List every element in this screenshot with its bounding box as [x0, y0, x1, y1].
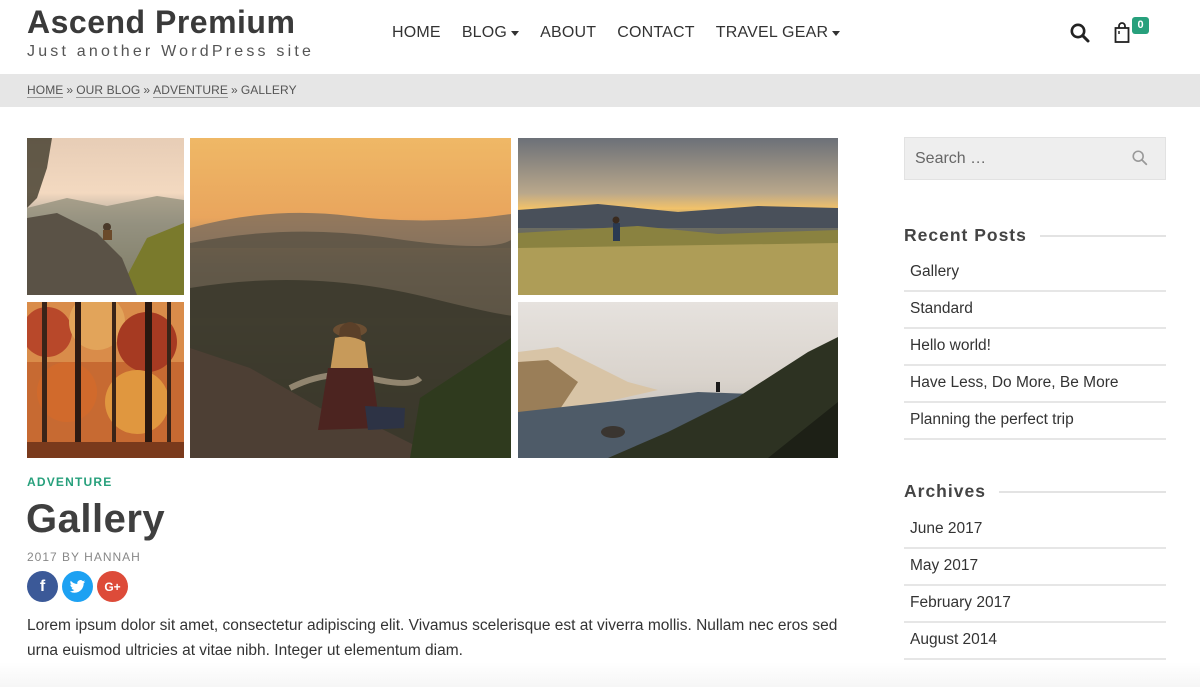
gallery-image-woman-overlooking-valley[interactable]	[190, 138, 511, 458]
breadcrumb-link-blog[interactable]: OUR BLOG	[76, 83, 141, 98]
gallery-image-hiker-on-cliff[interactable]	[27, 138, 184, 295]
google-plus-icon: G+	[104, 579, 121, 594]
sidebar-search	[904, 137, 1166, 180]
breadcrumb-link-home[interactable]: HOME	[27, 83, 64, 98]
archive-link[interactable]: February 2017	[904, 586, 1166, 623]
search-icon	[1070, 23, 1090, 43]
caret-down-icon	[832, 31, 841, 36]
twitter-share-button[interactable]	[62, 571, 93, 602]
gallery-image-hiker-in-meadow[interactable]	[518, 138, 838, 295]
archive-link[interactable]: August 2014	[904, 623, 1166, 660]
shopping-bag-icon	[1114, 22, 1130, 43]
nav-item-contact[interactable]: CONTACT	[617, 24, 695, 42]
archives-title: Archives	[904, 481, 1166, 502]
breadcrumb-current: GALLERY	[240, 83, 297, 97]
gallery-image-autumn-forest[interactable]	[27, 302, 184, 458]
recent-post-link[interactable]: Hello world!	[904, 329, 1166, 366]
breadcrumb-separator: »	[143, 83, 151, 97]
cart-button[interactable]: 0	[1113, 17, 1153, 45]
recent-post-link[interactable]: Have Less, Do More, Be More	[904, 366, 1166, 403]
woman-overlooking-valley-photo	[190, 138, 511, 458]
hiker-on-cliff-photo	[27, 138, 184, 295]
breadcrumb: HOME» OUR BLOG» ADVENTURE» GALLERY	[27, 83, 297, 98]
recent-posts-title: Recent Posts	[904, 225, 1166, 246]
recent-post-link[interactable]: Planning the perfect trip	[904, 403, 1166, 440]
recent-post-link[interactable]: Standard	[904, 292, 1166, 329]
widget-title-rule	[998, 490, 1166, 493]
breadcrumb-separator: »	[66, 83, 74, 97]
google-plus-share-button[interactable]: G+	[97, 571, 128, 602]
recent-posts-list: Gallery Standard Hello world! Have Less,…	[904, 255, 1166, 440]
post-excerpt: Lorem ipsum dolor sit amet, consectetur …	[27, 617, 838, 659]
archive-link[interactable]: May 2017	[904, 549, 1166, 586]
site-title[interactable]: Ascend Premium	[27, 4, 295, 41]
sidebar-search-input[interactable]	[905, 138, 1125, 179]
sidebar-search-submit[interactable]	[1131, 149, 1151, 169]
post-gallery	[27, 138, 838, 458]
widget-title-text: Archives	[904, 481, 986, 501]
nav-item-travel-gear[interactable]: TRAVEL GEAR	[715, 24, 841, 42]
nav-item-label: HOME	[392, 24, 441, 41]
facebook-icon: f	[39, 577, 46, 595]
nav-item-label: TRAVEL GEAR	[715, 24, 829, 41]
autumn-forest-photo	[27, 302, 184, 458]
social-share: f G+	[27, 571, 128, 602]
post-category-link[interactable]: ADVENTURE	[27, 475, 112, 489]
header-search-button[interactable]	[1069, 22, 1091, 44]
post-byline: 2017 BY HANNAH	[27, 550, 141, 564]
nav-item-home[interactable]: HOME	[392, 24, 441, 42]
page-fade	[0, 662, 1200, 687]
breadcrumb-bar: HOME» OUR BLOG» ADVENTURE» GALLERY	[0, 74, 1200, 107]
main-navigation: HOME BLOG ABOUT CONTACT TRAVEL GEAR	[392, 24, 861, 42]
nav-item-about[interactable]: ABOUT	[540, 24, 596, 42]
widget-title-text: Recent Posts	[904, 225, 1027, 245]
nav-item-label: BLOG	[461, 24, 508, 41]
hiker-in-meadow-photo	[518, 138, 838, 295]
recent-post-link[interactable]: Gallery	[904, 255, 1166, 292]
widget-title-rule	[1039, 234, 1166, 237]
breadcrumb-separator: »	[231, 83, 238, 97]
archives-list: June 2017 May 2017 February 2017 August …	[904, 512, 1166, 660]
nav-item-label: CONTACT	[617, 24, 695, 41]
site-tagline: Just another WordPress site	[27, 43, 315, 60]
facebook-share-button[interactable]: f	[27, 571, 58, 602]
gallery-image-coastal-cliffs[interactable]	[518, 302, 838, 458]
archive-link[interactable]: June 2017	[904, 512, 1166, 549]
nav-item-blog[interactable]: BLOG	[461, 24, 520, 42]
twitter-icon	[69, 580, 86, 593]
nav-item-label: ABOUT	[540, 24, 597, 41]
caret-down-icon	[511, 31, 520, 36]
cart-count-badge: 0	[1132, 17, 1149, 34]
post-title: Gallery	[26, 497, 166, 541]
site-header: Ascend Premium Just another WordPress si…	[0, 0, 1200, 74]
breadcrumb-link-adventure[interactable]: ADVENTURE	[153, 83, 229, 98]
search-icon	[1132, 150, 1148, 166]
coastal-cliffs-photo	[518, 302, 838, 458]
